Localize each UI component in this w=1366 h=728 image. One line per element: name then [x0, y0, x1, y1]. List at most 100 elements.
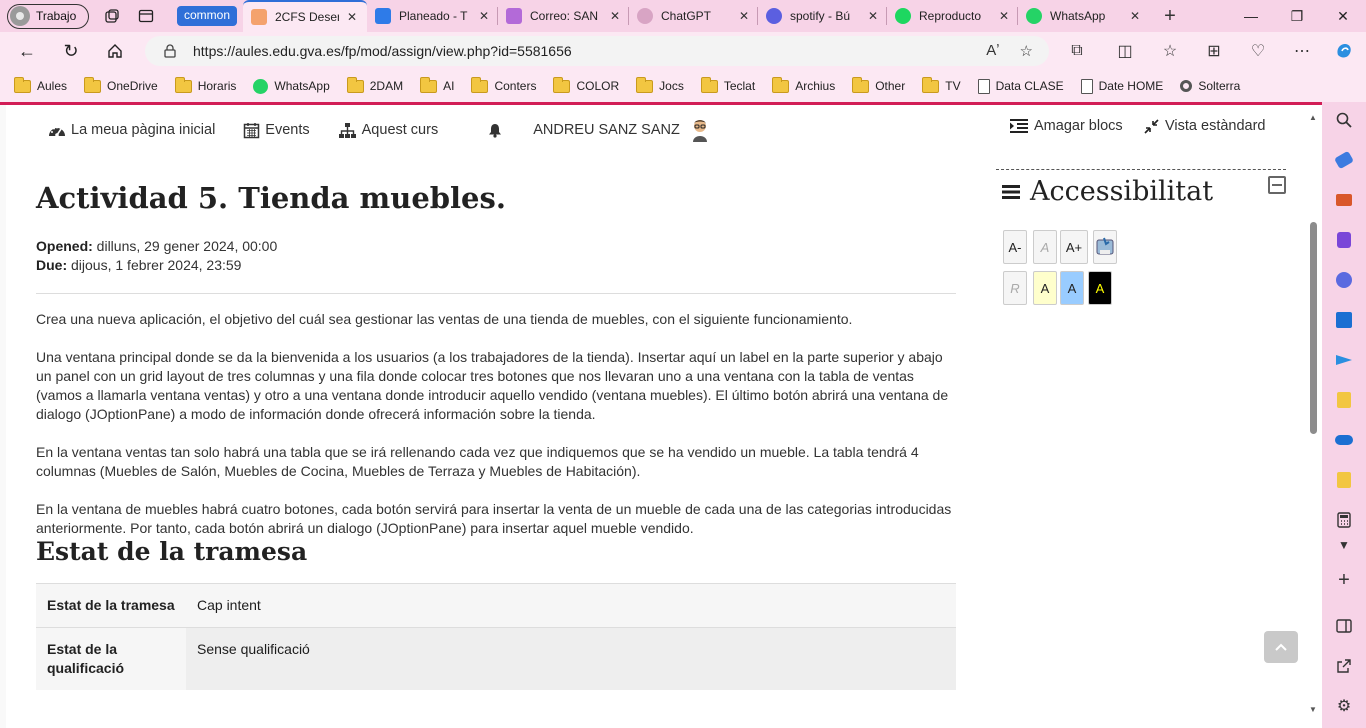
page-scrollbar[interactable]: ▲ ▼: [1306, 105, 1322, 728]
tab-spotify-search[interactable]: spotify - Bú ✕: [758, 0, 886, 32]
games-icon[interactable]: [1334, 230, 1354, 250]
add-sidebar-app-icon[interactable]: +: [1334, 569, 1354, 591]
color-reset-button[interactable]: R: [1003, 271, 1027, 305]
bookmark-jocs[interactable]: Jocs: [636, 76, 684, 93]
bookmark-date-home[interactable]: Date HOME: [1080, 78, 1163, 94]
dashboard-gauge-icon: [49, 126, 65, 137]
minimize-button[interactable]: —: [1228, 0, 1274, 32]
save-settings-button[interactable]: [1093, 230, 1117, 264]
tab-2cfs[interactable]: 2CFS Desen ✕: [243, 0, 367, 32]
bookmark-teclat[interactable]: Teclat: [700, 76, 756, 93]
favorite-star-icon[interactable]: ☆: [1020, 42, 1033, 60]
address-bar[interactable]: https://aules.edu.gva.es/fp/mod/assign/v…: [145, 36, 1049, 66]
bookmark-2dam[interactable]: 2DAM: [346, 76, 403, 93]
color-blue-button[interactable]: A: [1060, 271, 1084, 305]
restore-button[interactable]: ❐: [1274, 0, 1320, 32]
open-external-icon[interactable]: [1334, 656, 1354, 676]
scroll-down-arrow-icon[interactable]: ▼: [1309, 705, 1317, 714]
tools-briefcase-icon[interactable]: [1334, 190, 1354, 210]
tab-reproductor[interactable]: Reproducto ✕: [887, 0, 1017, 32]
edit-note-icon[interactable]: [1334, 470, 1354, 490]
bookmark-conters[interactable]: Conters: [471, 76, 536, 93]
calculator-icon[interactable]: [1334, 510, 1354, 530]
color-black-button[interactable]: A: [1088, 271, 1112, 305]
notes-icon[interactable]: [1334, 390, 1354, 410]
whatsapp-icon: [253, 78, 269, 94]
home-link[interactable]: La meua pàgina inicial: [48, 122, 215, 138]
row-value: Sense qualificació: [186, 627, 956, 690]
collapse-block-icon[interactable]: [1268, 176, 1286, 194]
workspaces-icon[interactable]: [101, 5, 123, 27]
close-tab-icon[interactable]: ✕: [479, 9, 489, 23]
send-icon[interactable]: [1334, 350, 1354, 370]
close-window-button[interactable]: ✕: [1320, 0, 1366, 32]
close-tab-icon[interactable]: ✕: [610, 9, 620, 23]
back-button[interactable]: ←: [13, 37, 41, 65]
url-text[interactable]: https://aules.edu.gva.es/fp/mod/assign/v…: [193, 43, 572, 59]
close-tab-icon[interactable]: ✕: [1130, 9, 1140, 23]
onedrive-cloud-icon[interactable]: [1334, 430, 1354, 450]
bookmark-label: Teclat: [723, 79, 756, 93]
copilot-icon[interactable]: [1329, 36, 1359, 66]
refresh-button[interactable]: ↻: [57, 37, 85, 65]
settings-gear-icon[interactable]: ⚙: [1334, 696, 1354, 716]
extensions-icon[interactable]: ⧉: [1062, 36, 1092, 66]
font-decrease-button[interactable]: A-: [1003, 230, 1027, 264]
user-avatar-icon[interactable]: [690, 118, 710, 142]
hide-sidebar-icon[interactable]: [1334, 616, 1354, 636]
bookmark-data-clase[interactable]: Data CLASE: [977, 78, 1064, 94]
tab-planeado[interactable]: Planeado - T ✕: [367, 0, 497, 32]
assignment-favicon-icon: [251, 9, 267, 25]
profile-button[interactable]: Trabajo: [7, 3, 89, 29]
notifications-bell[interactable]: [488, 123, 502, 138]
bookmark-label: Solterra: [1198, 79, 1241, 93]
events-link[interactable]: Events: [243, 122, 310, 139]
tab-title: Planeado - T: [399, 9, 468, 23]
home-button[interactable]: [101, 37, 129, 65]
scrollbar-thumb[interactable]: [1310, 222, 1317, 434]
split-screen-icon[interactable]: ◫: [1110, 36, 1140, 66]
collections-icon[interactable]: ⊞: [1199, 36, 1229, 66]
bookmark-aules[interactable]: Aules: [14, 76, 67, 93]
bookmark-archius[interactable]: Archius: [772, 76, 835, 93]
close-tab-icon[interactable]: ✕: [999, 9, 1009, 23]
bookmark-color[interactable]: COLOR: [553, 76, 619, 93]
scroll-up-arrow-icon[interactable]: ▲: [1309, 113, 1317, 122]
favorites-icon[interactable]: ☆: [1155, 36, 1185, 66]
new-tab-button[interactable]: +: [1158, 5, 1182, 28]
edge-sidebar: ▼ + ⚙: [1322, 102, 1366, 728]
this-course-link[interactable]: Aquest curs: [338, 122, 438, 139]
close-tab-icon[interactable]: ✕: [347, 10, 357, 24]
back-to-top-button[interactable]: [1264, 631, 1298, 663]
color-yellow-button[interactable]: A: [1033, 271, 1057, 305]
tab-actions-icon[interactable]: [135, 5, 157, 27]
browser-essentials-icon[interactable]: ♡: [1243, 36, 1273, 66]
more-menu-icon[interactable]: ⋯: [1287, 36, 1317, 66]
bookmark-horaris[interactable]: Horaris: [174, 76, 236, 93]
lock-icon[interactable]: [163, 43, 177, 59]
description-paragraph: En la ventana de muebles habrá cuatro bo…: [36, 501, 952, 536]
tab-group-common[interactable]: common: [177, 6, 237, 26]
tab-chatgpt[interactable]: ChatGPT ✕: [629, 0, 757, 32]
font-increase-button[interactable]: A+: [1060, 230, 1088, 264]
bookmark-onedrive[interactable]: OneDrive: [84, 76, 158, 93]
bookmark-solterra[interactable]: Solterra: [1180, 79, 1240, 93]
hide-blocks-link[interactable]: Amagar blocs: [1010, 118, 1123, 134]
font-reset-button[interactable]: A: [1033, 230, 1057, 264]
outlook-icon[interactable]: [1334, 310, 1354, 330]
search-icon[interactable]: [1334, 110, 1354, 130]
chevron-down-icon[interactable]: ▼: [1334, 535, 1354, 555]
read-aloud-icon[interactable]: Aʼ: [986, 42, 999, 60]
user-menu[interactable]: ANDREU SANZ SANZ: [533, 122, 680, 138]
close-tab-icon[interactable]: ✕: [739, 9, 749, 23]
bookmark-ai[interactable]: AI: [420, 76, 454, 93]
standard-view-link[interactable]: Vista estàndard: [1144, 118, 1266, 134]
microsoft-365-icon[interactable]: [1334, 270, 1354, 290]
bookmark-tv[interactable]: TV: [922, 76, 961, 93]
shopping-tag-icon[interactable]: [1334, 150, 1354, 170]
bookmark-whatsapp[interactable]: WhatsApp: [253, 78, 330, 94]
tab-whatsapp[interactable]: WhatsApp ✕: [1018, 0, 1148, 32]
close-tab-icon[interactable]: ✕: [868, 9, 878, 23]
tab-correo[interactable]: Correo: SAN ✕: [498, 0, 628, 32]
bookmark-other[interactable]: Other: [852, 76, 905, 93]
